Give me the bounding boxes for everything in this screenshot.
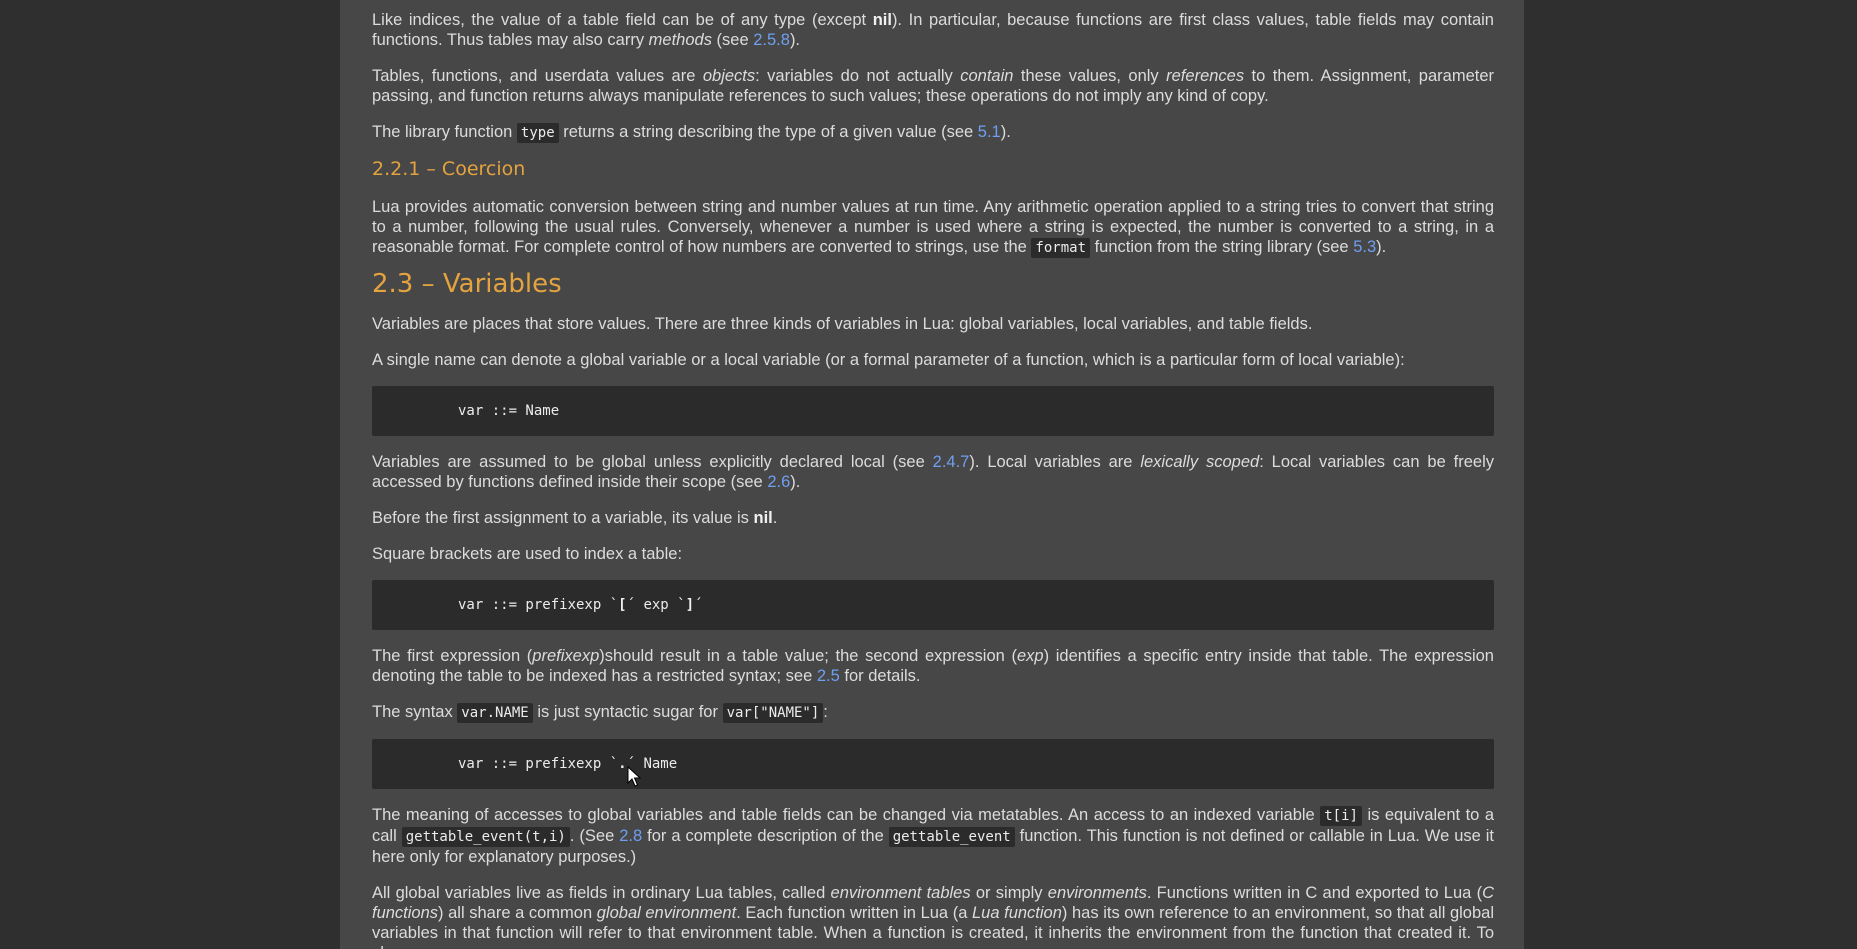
- text: . Functions written in C and exported to…: [1146, 884, 1483, 902]
- link-2-4-7[interactable]: 2.4.7: [933, 453, 970, 471]
- text: :: [823, 703, 828, 721]
- code-type: type: [516, 123, 559, 143]
- mouse-pointer-icon: [627, 766, 641, 787]
- paragraph-global-local: Variables are assumed to be global unles…: [372, 452, 1494, 492]
- text: All global variables live as fields in o…: [372, 884, 831, 902]
- paragraph-first-expression: The first expression (prefixexp)should r…: [372, 646, 1494, 686]
- link-2-8[interactable]: 2.8: [619, 827, 642, 845]
- paragraph-objects: Tables, functions, and userdata values a…: [372, 66, 1494, 106]
- text: function from the string library (see: [1090, 238, 1354, 256]
- code-block-index: var ::= prefixexp `[´ exp `]´: [372, 580, 1494, 630]
- code-t-i: t[i]: [1320, 806, 1362, 826]
- emphasis-methods: methods: [648, 31, 712, 49]
- code-text: ´: [694, 597, 703, 613]
- code-text: ´ exp `: [626, 597, 686, 613]
- code-gettable-call: gettable_event(t,i): [401, 827, 570, 847]
- link-2-5[interactable]: 2.5: [817, 667, 840, 685]
- code-token: .: [618, 756, 627, 772]
- code-text: var ::= prefixexp `: [458, 597, 619, 613]
- code-format: format: [1031, 238, 1090, 258]
- code-token: ]: [685, 597, 695, 613]
- text: ).: [1000, 123, 1011, 141]
- text: Tables, functions, and userdata values a…: [372, 67, 703, 85]
- link-2-5-8[interactable]: 2.5.8: [753, 31, 790, 49]
- emphasis-contain: contain: [960, 67, 1014, 85]
- text: for details.: [839, 667, 921, 685]
- text: ).: [789, 31, 801, 49]
- heading-coercion: 2.2.1 – Coercion: [372, 158, 526, 180]
- document-page: Like indices, the value of a table field…: [340, 0, 1524, 949]
- text: ) all share a common: [438, 904, 597, 922]
- paragraph-syntax-sugar: The syntax var.NAME is just syntactic su…: [372, 702, 1494, 723]
- text: or simply: [970, 884, 1048, 902]
- emphasis-global-environment: global environment: [596, 904, 737, 922]
- code-block-var-name: var ::= Name: [372, 386, 1494, 436]
- code-var-name: var.NAME: [457, 703, 533, 723]
- text: Variables are assumed to be global unles…: [372, 453, 933, 471]
- text: ). Local variables are: [969, 453, 1141, 471]
- code-token: [: [618, 597, 627, 613]
- text: : variables do not actually: [755, 67, 961, 85]
- nil-keyword: nil: [753, 509, 773, 527]
- emphasis-environments: environments: [1047, 884, 1147, 902]
- text: for a complete description of the: [642, 827, 889, 845]
- paragraph-type-function: The library function type returns a stri…: [372, 122, 1494, 143]
- paragraph-square-brackets: Square brackets are used to index a tabl…: [372, 545, 683, 563]
- code-block-dot-name: var ::= prefixexp `.´ Name: [372, 739, 1494, 789]
- paragraph-single-name: A single name can denote a global variab…: [372, 351, 1405, 369]
- text: ).: [790, 473, 801, 491]
- heading-variables: 2.3 – Variables: [372, 269, 562, 299]
- paragraph-table-fields: Like indices, the value of a table field…: [372, 10, 1494, 50]
- emphasis-prefixexp: prefixexp: [532, 647, 600, 665]
- emphasis-lexically-scoped: lexically scoped: [1140, 453, 1260, 471]
- emphasis-objects: objects: [702, 67, 756, 85]
- text: ).: [1376, 238, 1387, 256]
- text: .: [772, 509, 778, 527]
- code-text: var ::= prefixexp `: [458, 756, 619, 772]
- nil-keyword: nil: [872, 11, 892, 29]
- emphasis-exp: exp: [1016, 647, 1044, 665]
- text: returns a string describing the type of …: [558, 123, 978, 141]
- emphasis-environment-tables: environment tables: [830, 884, 971, 902]
- link-5-3[interactable]: 5.3: [1353, 238, 1376, 256]
- text: . Each function written in Lua (a: [736, 904, 972, 922]
- text: is just syntactic sugar for: [532, 703, 723, 721]
- text: Like indices, the value of a table field…: [372, 11, 873, 29]
- text: (see: [711, 31, 754, 49]
- link-5-1[interactable]: 5.1: [978, 123, 1001, 141]
- manual-content: Like indices, the value of a table field…: [372, 10, 1494, 949]
- link-2-6[interactable]: 2.6: [767, 473, 790, 491]
- text: )should result in a table value; the sec…: [599, 647, 1017, 665]
- text: The library function: [372, 123, 517, 141]
- paragraph-metatables: The meaning of accesses to global variab…: [372, 805, 1494, 867]
- text: The meaning of accesses to global variab…: [372, 806, 1321, 824]
- text: The syntax: [372, 703, 458, 721]
- emphasis-references: references: [1166, 67, 1245, 85]
- text: these values, only: [1013, 67, 1167, 85]
- text: . (See: [569, 827, 620, 845]
- emphasis-lua-function: Lua function: [971, 904, 1062, 922]
- paragraph-coercion: Lua provides automatic conversion betwee…: [372, 197, 1494, 258]
- code-var-bracket-name: var["NAME"]: [722, 703, 824, 723]
- paragraph-first-assignment: Before the first assignment to a variabl…: [372, 508, 1494, 528]
- paragraph-variables-intro: Variables are places that store values. …: [372, 315, 1313, 333]
- text: Before the first assignment to a variabl…: [372, 509, 754, 527]
- paragraph-environments: All global variables live as fields in o…: [372, 883, 1494, 949]
- code-gettable-event: gettable_event: [888, 827, 1015, 847]
- text: The first expression (: [372, 647, 533, 665]
